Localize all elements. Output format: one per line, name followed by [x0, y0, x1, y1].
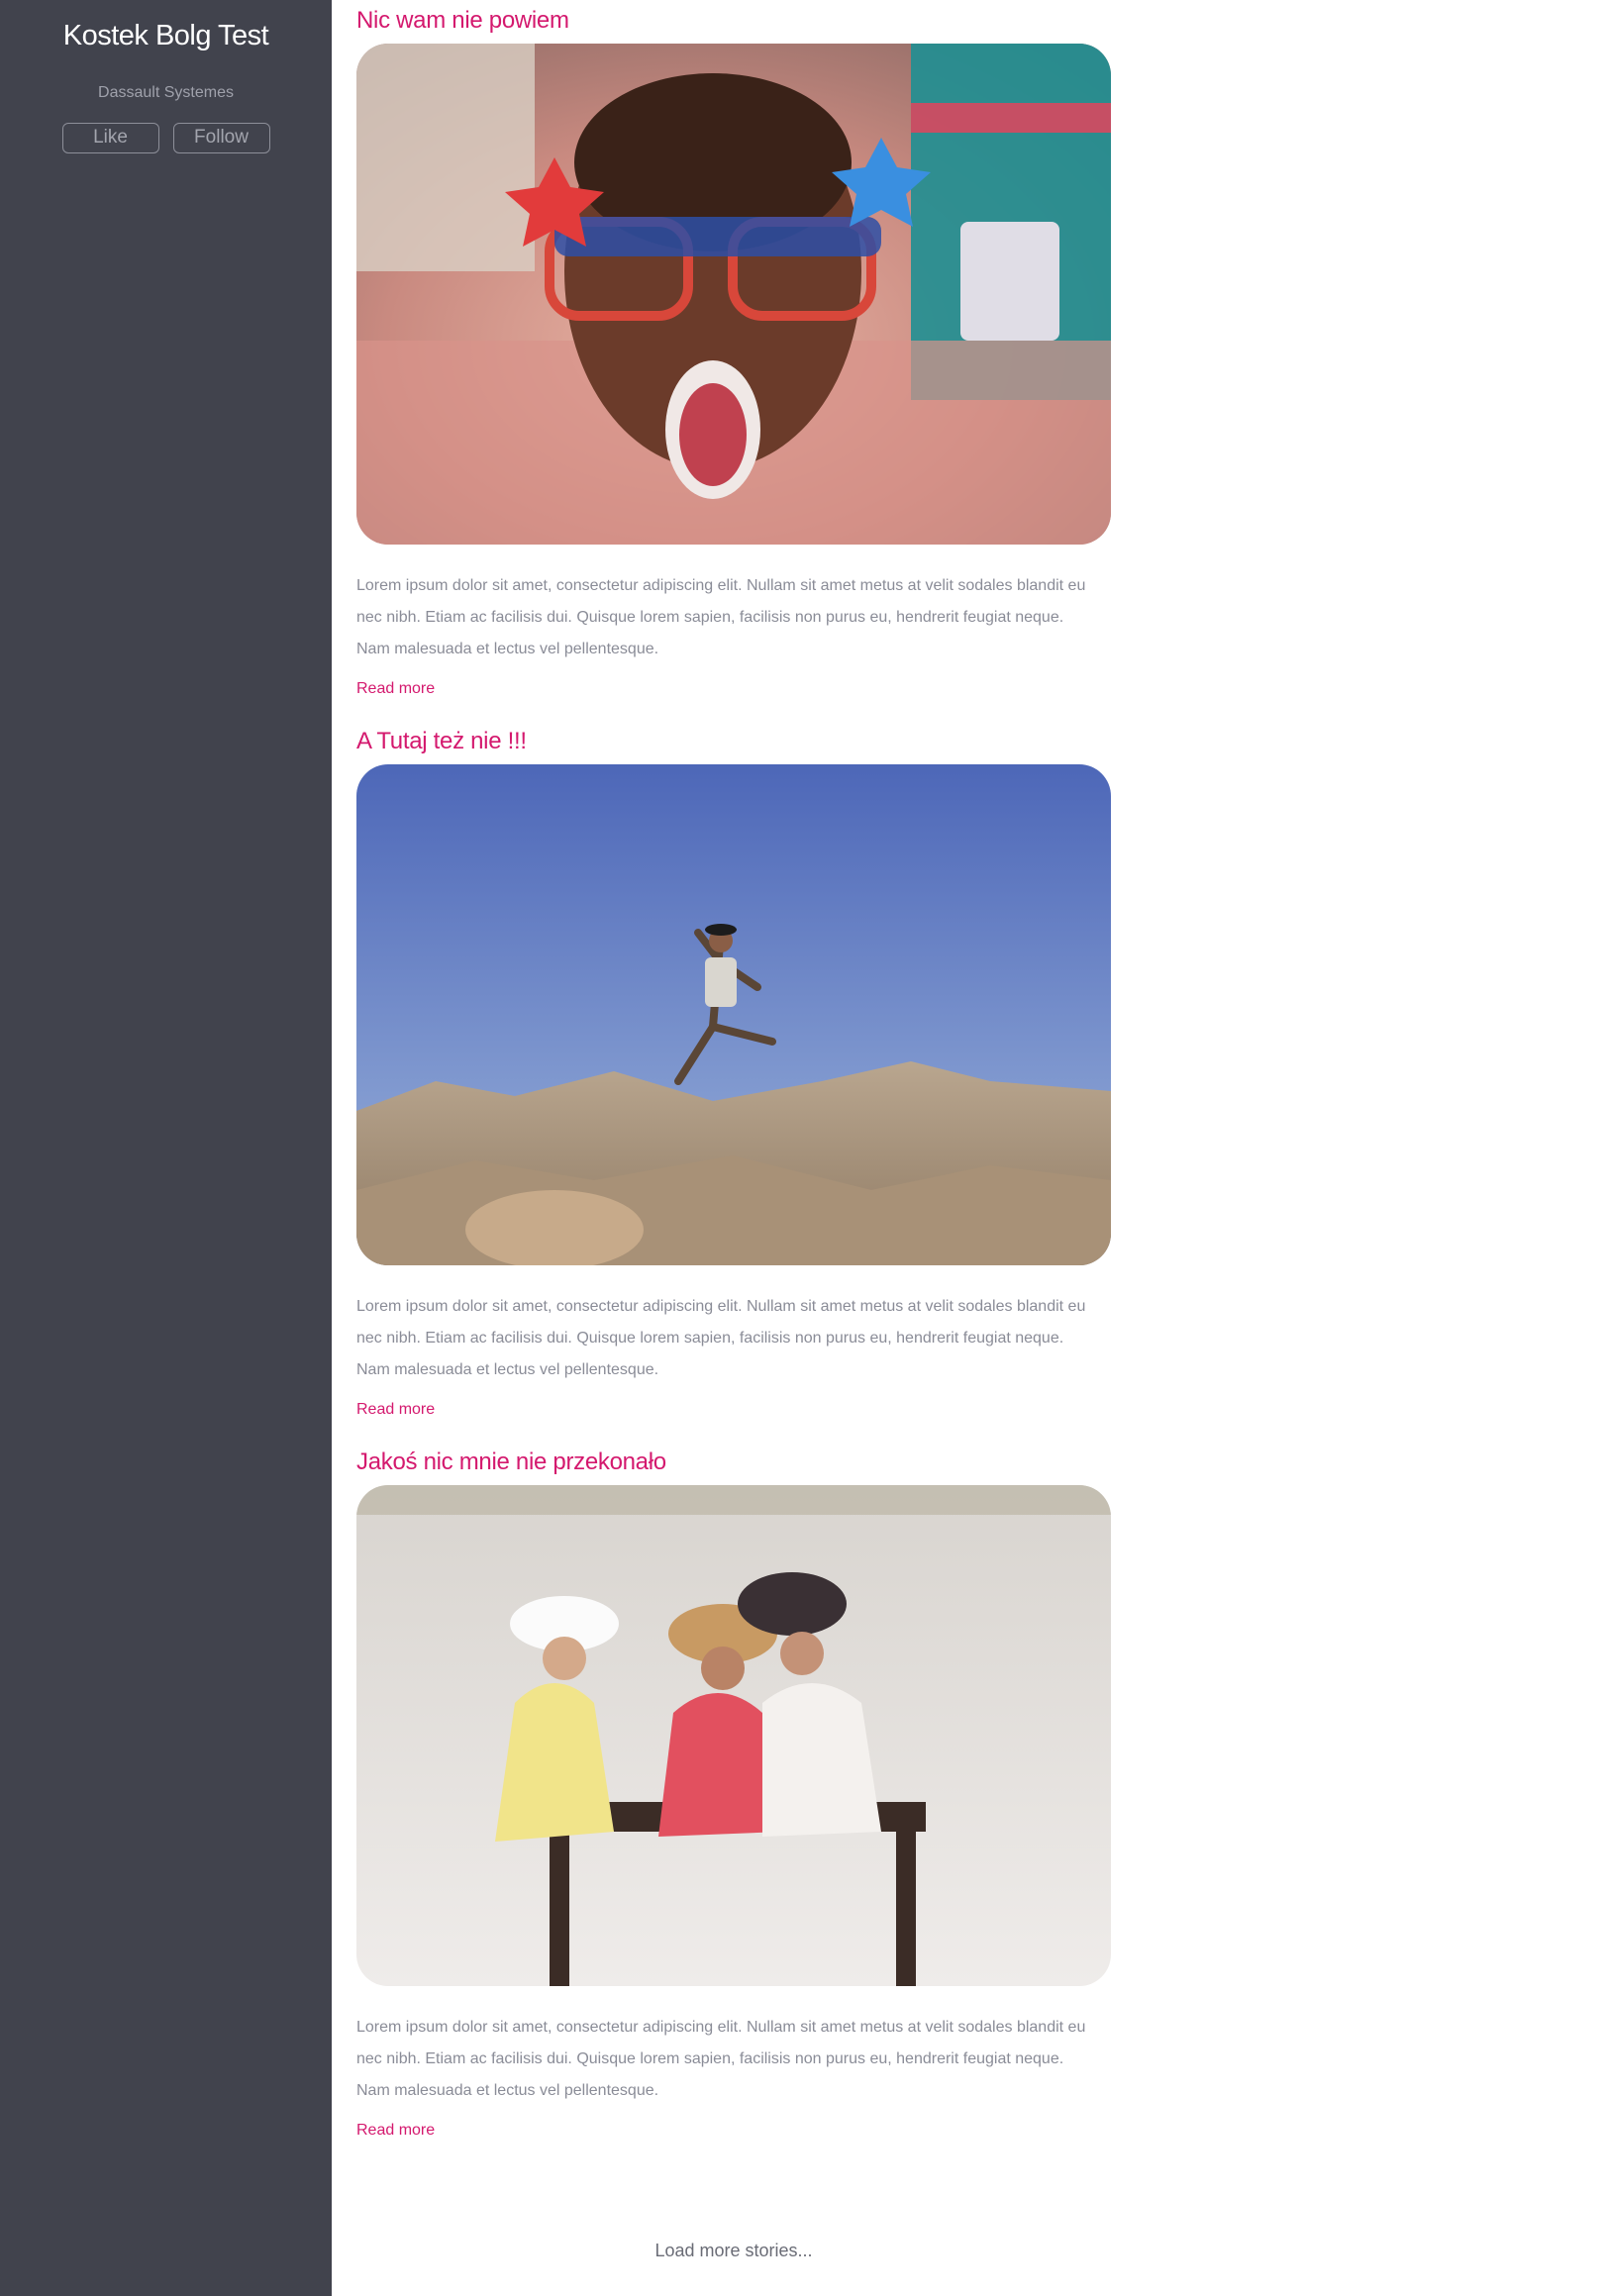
site-subtitle: Dassault Systemes	[98, 84, 234, 101]
boy-star-glasses-image	[356, 44, 1111, 545]
like-button[interactable]: Like	[61, 123, 159, 153]
post-excerpt: Lorem ipsum dolor sit amet, consectetur …	[356, 1298, 1086, 1378]
posts-feed: Nic wam nie powiem Lorem ipsum dolor sit…	[356, 0, 1111, 2141]
social-buttons: Like Follow	[0, 123, 332, 153]
sidebar: Kostek Bolg Test Dassault Systemes Like …	[0, 0, 332, 2296]
post-excerpt: Lorem ipsum dolor sit amet, consectetur …	[356, 577, 1086, 657]
read-more-link[interactable]: Read more	[356, 1400, 435, 1420]
post-title[interactable]: Jakoś nic mnie nie przekonało	[356, 1447, 1111, 1477]
man-jumping-desert-image	[356, 764, 1111, 1265]
read-more-link[interactable]: Read more	[356, 2121, 435, 2141]
post-card: Jakoś nic mnie nie przekonało Lorem ipsu…	[356, 1447, 1111, 2141]
post-excerpt: Lorem ipsum dolor sit amet, consectetur …	[356, 2019, 1086, 2099]
follow-button[interactable]: Follow	[172, 123, 270, 153]
site-title: Kostek Bolg Test	[62, 20, 269, 51]
post-title[interactable]: A Tutaj też nie !!!	[356, 727, 1111, 756]
post-title[interactable]: Nic wam nie powiem	[356, 6, 1111, 36]
load-more-button[interactable]: Load more stories...	[356, 2240, 1111, 2261]
three-women-bench-image	[356, 1485, 1111, 1986]
read-more-link[interactable]: Read more	[356, 679, 435, 699]
post-image[interactable]	[356, 764, 1111, 1265]
post-image[interactable]	[356, 1485, 1111, 1986]
post-card: Nic wam nie powiem Lorem ipsum dolor sit…	[356, 6, 1111, 699]
post-image[interactable]	[356, 44, 1111, 545]
post-card: A Tutaj też nie !!! Lorem ipsum dolor si…	[356, 727, 1111, 1420]
